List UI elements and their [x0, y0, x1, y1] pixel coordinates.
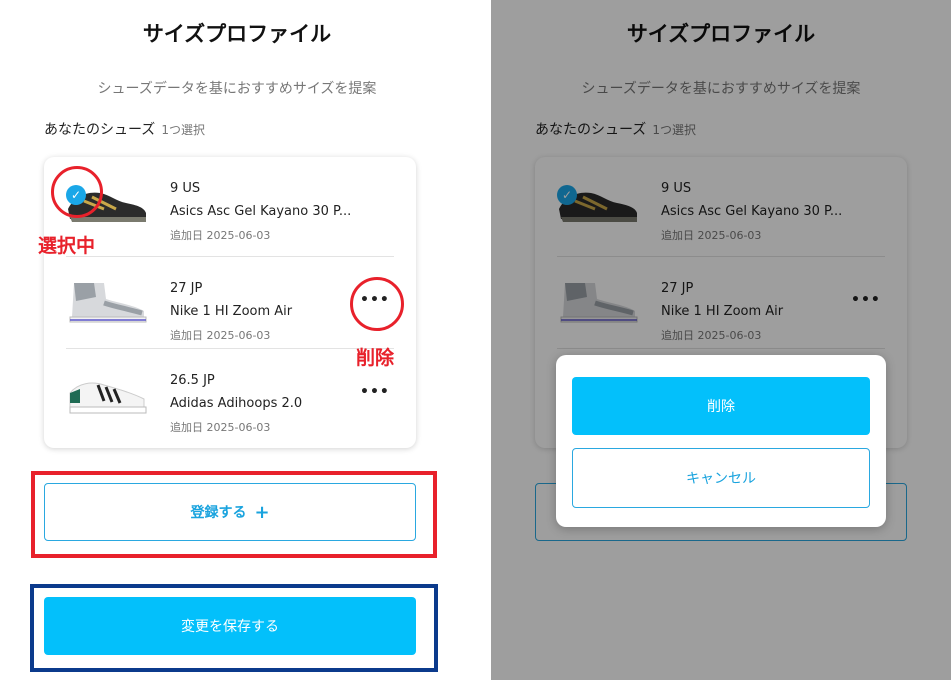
- selected-annotation-label: 選択中: [38, 235, 96, 257]
- delete-confirm-button[interactable]: 削除: [572, 377, 870, 435]
- shoe-date: 追加日 2025-06-03: [170, 229, 271, 242]
- shoe-size: 26.5 JP: [170, 373, 215, 388]
- shoe-name: Nike 1 HI Zoom Air: [170, 304, 293, 319]
- shoe-date: 追加日 2025-06-03: [170, 329, 271, 342]
- delete-annotation-label: 削除: [356, 347, 395, 369]
- selection-count: 1つ選択: [161, 123, 205, 137]
- nike-shoe-image: [69, 283, 147, 323]
- shoe-size: 27 JP: [170, 281, 203, 296]
- more-options-icon[interactable]: •••: [360, 384, 390, 400]
- left-screen: サイズプロファイル シューズデータを基におすすめサイズを提案 あなたのシューズ 1…: [0, 0, 474, 680]
- register-annotation-frame: [31, 471, 437, 558]
- screen-divider: [474, 0, 491, 680]
- right-screen: サイズプロファイル シューズデータを基におすすめサイズを提案 あなたのシューズ 1…: [491, 0, 951, 680]
- cancel-button[interactable]: キャンセル: [572, 448, 870, 508]
- shoe-size: 9 US: [170, 181, 201, 196]
- page-subtitle: シューズデータを基におすすめサイズを提案: [97, 81, 377, 97]
- adidas-shoe-image: [69, 382, 147, 414]
- section-label: あなたのシューズ: [44, 122, 156, 138]
- section-header: あなたのシューズ 1つ選択: [44, 119, 205, 139]
- delete-annotation-ring: [350, 277, 404, 331]
- modal-backdrop[interactable]: [491, 0, 951, 680]
- page-title: サイズプロファイル: [142, 22, 332, 46]
- delete-dialog: 削除 キャンセル: [556, 355, 886, 527]
- shoe-name: Adidas Adihoops 2.0: [170, 396, 303, 411]
- selected-annotation-ring: [51, 166, 103, 218]
- shoe-date: 追加日 2025-06-03: [170, 421, 271, 434]
- shoe-name: Asics Asc Gel Kayano 30 P...: [170, 204, 352, 219]
- save-annotation-frame: [30, 584, 438, 672]
